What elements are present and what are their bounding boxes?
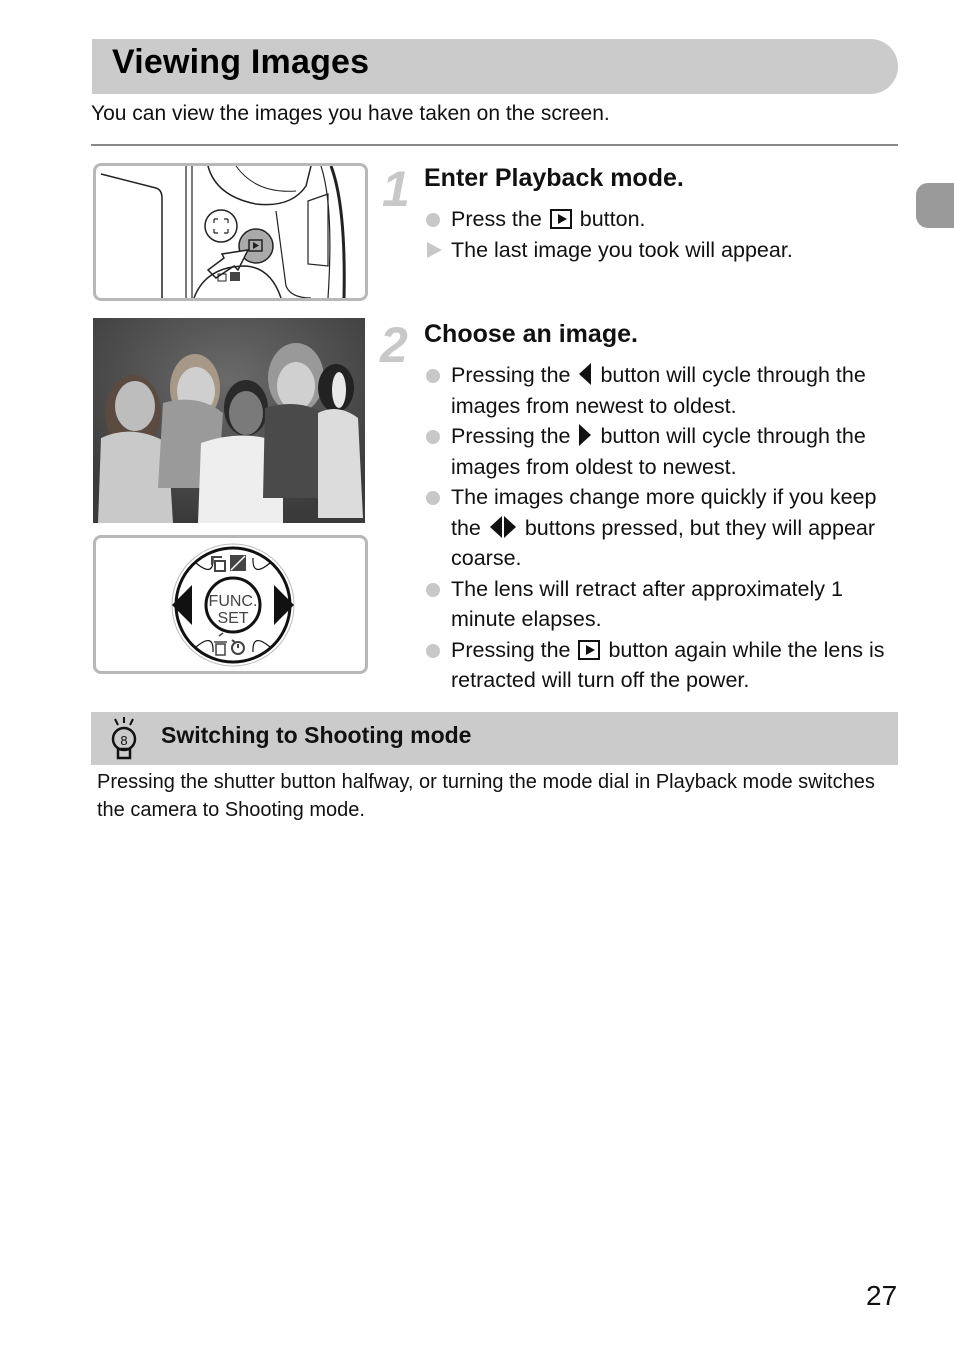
step-2-title: Choose an image. (424, 320, 638, 348)
list-item: Pressing the button will cycle through t… (424, 360, 899, 421)
bullet-icon (426, 430, 440, 444)
list-item: The images change more quickly if you ke… (424, 482, 899, 574)
right-arrow-icon (579, 424, 592, 446)
set-label: SET (217, 610, 248, 627)
divider (91, 144, 898, 146)
camera-playback-illustration (93, 163, 368, 301)
svg-text:8: 8 (120, 733, 127, 748)
control-dial-illustration: FUNC. SET (93, 535, 368, 674)
tip-header: 8 Switching to Shooting mode (91, 712, 898, 765)
list-item: Pressing the button again while the lens… (424, 635, 899, 696)
intro-text: You can view the images you have taken o… (91, 102, 610, 125)
lightbulb-icon: 8 (111, 717, 137, 760)
list-item: Pressing the button will cycle through t… (424, 421, 899, 482)
step-1-list: Press the button. The last image you too… (424, 204, 793, 265)
bullet-icon (426, 213, 440, 227)
left-right-arrows-icon (487, 515, 519, 540)
exposure-compensation-icon (230, 555, 246, 571)
playback-button-icon (578, 639, 601, 660)
step-number-1: 1 (382, 161, 410, 217)
children-with-dog-photo (93, 318, 365, 523)
bullet-icon (426, 369, 440, 383)
step-2-list: Pressing the button will cycle through t… (424, 360, 899, 696)
camera-back-drawing (100, 166, 346, 298)
list-item: Press the button. (424, 204, 793, 235)
page-title: Viewing Images (112, 43, 370, 81)
list-item: The lens will retract after approximatel… (424, 574, 899, 635)
bullet-icon (426, 491, 440, 505)
left-arrow-icon (579, 363, 592, 385)
tip-title: Switching to Shooting mode (161, 722, 472, 748)
bullet-icon (426, 643, 440, 658)
sample-photo (93, 318, 365, 523)
chapter-tab (916, 183, 954, 228)
result-arrow-icon (427, 241, 442, 258)
step-1-title: Enter Playback mode. (424, 164, 684, 192)
face-detect-button-icon (204, 209, 238, 243)
bullet-icon (426, 582, 440, 597)
step-number-2: 2 (380, 317, 408, 373)
func-label: FUNC. (209, 593, 258, 610)
tip-text: Pressing the shutter button halfway, or … (97, 771, 875, 821)
list-item-result: The last image you took will appear. (424, 235, 793, 266)
page-number: 27 (866, 1280, 898, 1311)
title-bar: Viewing Images (92, 39, 898, 94)
control-dial-drawing: FUNC. SET (171, 543, 295, 667)
playback-button-icon (549, 209, 572, 229)
